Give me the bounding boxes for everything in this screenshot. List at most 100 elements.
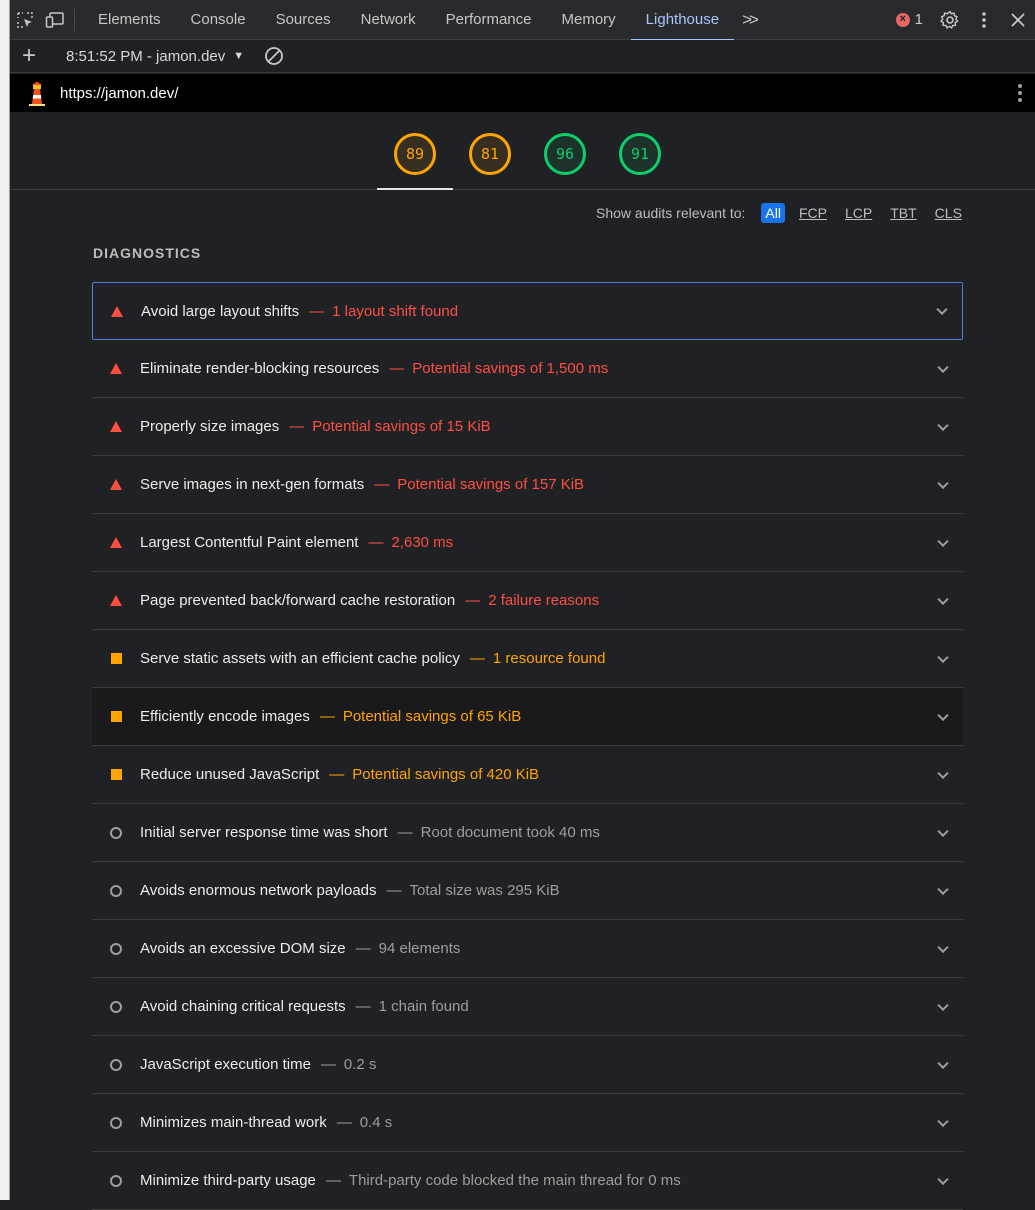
audit-row[interactable]: Minimizes main-thread work — 0.4 s: [92, 1094, 963, 1152]
average-square-icon: [92, 653, 140, 664]
audit-detail: Potential savings of 420 KiB: [352, 766, 540, 783]
chevron-down-icon: [937, 1173, 949, 1185]
audit-row[interactable]: Minimize third-party usage — Third-party…: [92, 1152, 963, 1210]
lighthouse-logo-icon: [18, 74, 56, 112]
audit-row[interactable]: JavaScript execution time — 0.2 s: [92, 1036, 963, 1094]
tab-network[interactable]: Network: [346, 0, 431, 40]
filter-chip-lcp[interactable]: LCP: [841, 203, 876, 223]
score-value: 91: [630, 145, 650, 163]
audit-row[interactable]: Properly size images — Potential savings…: [92, 398, 963, 456]
error-counter[interactable]: × 1: [886, 11, 933, 28]
audit-separator: —: [355, 940, 371, 957]
audit-row[interactable]: Avoids enormous network payloads — Total…: [92, 862, 963, 920]
score-gauge-best-practices[interactable]: 96: [544, 133, 586, 175]
filter-chip-all[interactable]: All: [761, 203, 785, 223]
audit-row[interactable]: Serve static assets with an efficient ca…: [92, 630, 963, 688]
fail-triangle-icon: [92, 537, 140, 548]
chevron-down-icon: [937, 651, 949, 663]
new-report-plus-icon[interactable]: +: [10, 40, 48, 73]
devtools-tabbar: Elements Console Sources Network Perform…: [10, 0, 1035, 41]
tab-memory[interactable]: Memory: [547, 0, 631, 40]
score-value: 81: [480, 145, 500, 163]
chevron-down-icon: [937, 767, 949, 779]
audit-title: Reduce unused JavaScript: [140, 766, 320, 783]
audit-title: Properly size images: [140, 418, 280, 435]
filter-chip-cls[interactable]: CLS: [931, 203, 966, 223]
audit-separator: —: [336, 1114, 352, 1131]
settings-gear-icon[interactable]: [933, 0, 967, 40]
tab-performance[interactable]: Performance: [431, 0, 547, 40]
info-circle-icon: [92, 826, 140, 839]
audit-row[interactable]: Avoid chaining critical requests — 1 cha…: [92, 978, 963, 1036]
tab-lighthouse[interactable]: Lighthouse: [630, 0, 735, 41]
chevron-down-icon: [937, 535, 949, 547]
audit-title: Largest Contentful Paint element: [140, 534, 359, 551]
info-circle-icon: [92, 1058, 140, 1071]
report-selector[interactable]: 8:51:52 PM - jamon.dev ▼: [48, 48, 252, 65]
chevron-down-icon: [937, 709, 949, 721]
inspect-element-icon[interactable]: [10, 0, 40, 40]
filter-label: Show audits relevant to:: [596, 205, 746, 221]
audit-separator: —: [289, 418, 305, 435]
audit-separator: —: [469, 650, 485, 667]
info-circle-icon: [92, 942, 140, 955]
chevron-down-icon: [936, 303, 948, 316]
audit-row[interactable]: Avoids an excessive DOM size — 94 elemen…: [92, 920, 963, 978]
close-icon[interactable]: [1001, 0, 1035, 40]
audit-detail: Total size was 295 KiB: [409, 882, 560, 899]
audit-separator: —: [355, 998, 371, 1015]
audit-separator: —: [368, 534, 384, 551]
audit-title: Minimizes main-thread work: [140, 1114, 327, 1131]
score-gauge-performance[interactable]: 89: [394, 133, 436, 175]
error-count: 1: [914, 11, 923, 28]
audit-title: Eliminate render-blocking resources: [140, 360, 380, 377]
more-options-icon[interactable]: [967, 0, 1001, 40]
audit-list: Avoid large layout shifts — 1 layout shi…: [92, 282, 963, 1210]
more-tabs-icon[interactable]: >>: [734, 10, 764, 30]
report-selector-label: 8:51:52 PM - jamon.dev: [66, 47, 226, 65]
audit-detail: 1 resource found: [492, 650, 606, 667]
audit-row[interactable]: Reduce unused JavaScript — Potential sav…: [92, 746, 963, 804]
audit-detail: Third-party code blocked the main thread…: [348, 1172, 681, 1189]
chevron-down-icon: [937, 419, 949, 431]
audit-row[interactable]: Serve images in next-gen formats — Poten…: [92, 456, 963, 514]
audit-row[interactable]: Eliminate render-blocking resources — Po…: [92, 340, 963, 398]
caret-down-icon: ▼: [233, 50, 245, 62]
score-gauge-accessibility[interactable]: 81: [469, 133, 511, 175]
toolbar-divider: [74, 8, 75, 31]
chevron-down-icon: [937, 941, 949, 953]
audit-row[interactable]: Avoid large layout shifts — 1 layout shi…: [92, 282, 963, 340]
info-circle-icon: [92, 1174, 140, 1187]
audit-title: Avoid chaining critical requests: [140, 998, 346, 1015]
tab-console[interactable]: Console: [176, 0, 261, 40]
fail-triangle-icon: [92, 595, 140, 606]
filter-chip-tbt[interactable]: TBT: [886, 203, 920, 223]
fail-triangle-icon: [92, 421, 140, 432]
audit-filter: Show audits relevant to: All FCP LCP TBT…: [596, 203, 976, 223]
audit-row[interactable]: Initial server response time was short —…: [92, 804, 963, 862]
audit-title: Avoids enormous network payloads: [140, 882, 377, 899]
report-menu-icon[interactable]: [1005, 74, 1035, 112]
audit-row[interactable]: Page prevented back/forward cache restor…: [92, 572, 963, 630]
filter-chip-fcp[interactable]: FCP: [795, 203, 831, 223]
report-url[interactable]: https://jamon.dev/: [60, 85, 178, 102]
audit-row[interactable]: Largest Contentful Paint element — 2,630…: [92, 514, 963, 572]
chevron-down-icon: [937, 1057, 949, 1069]
audit-title: JavaScript execution time: [140, 1056, 311, 1073]
audit-title: Page prevented back/forward cache restor…: [140, 592, 456, 609]
info-circle-icon: [92, 1000, 140, 1013]
tab-elements[interactable]: Elements: [83, 0, 176, 40]
window-edge: [0, 0, 10, 1200]
report-url-bar: https://jamon.dev/: [10, 74, 1035, 112]
audit-separator: —: [374, 476, 390, 493]
tab-sources[interactable]: Sources: [261, 0, 346, 40]
audit-separator: —: [386, 882, 402, 899]
chevron-down-icon: [937, 999, 949, 1011]
audit-title: Minimize third-party usage: [140, 1172, 316, 1189]
audit-row[interactable]: Efficiently encode images — Potential sa…: [92, 688, 963, 746]
device-toolbar-icon[interactable]: [40, 0, 70, 40]
chevron-down-icon: [937, 361, 949, 373]
clear-all-icon[interactable]: [264, 46, 284, 66]
score-gauge-seo[interactable]: 91: [619, 133, 661, 175]
diagnostics-heading: DIAGNOSTICS: [93, 245, 202, 261]
